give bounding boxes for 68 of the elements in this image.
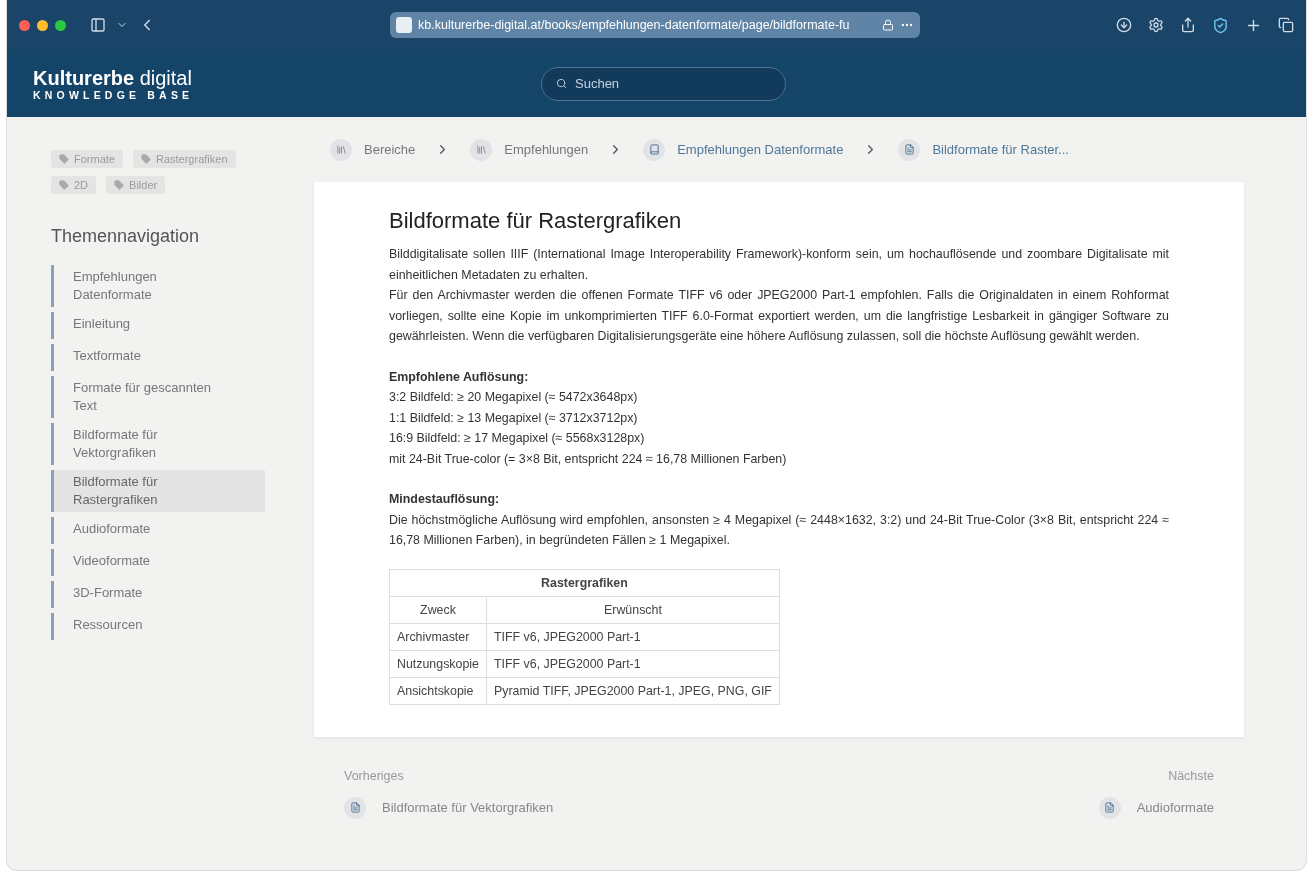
share-icon[interactable] [1180,17,1196,33]
table-cell: TIFF v6, JPEG2000 Part-1 [486,623,780,650]
next-label: Nächste [1168,768,1214,783]
section-heading: Mindestauflösung: [389,491,501,508]
lock-icon [882,19,894,31]
table-cell: Nutzungskopie [389,650,487,677]
tag-icon [114,180,125,190]
table-cell: TIFF v6, JPEG2000 Part-1 [486,650,780,677]
nav-item[interactable]: Einleitung [51,312,265,339]
nav-item[interactable]: Bildformate für Rastergrafiken [51,470,265,512]
previous-label: Vorheriges [344,768,404,783]
tag-chip[interactable]: 2D [51,176,97,194]
section-heading: Empfohlene Auflösung: [389,368,530,386]
zoom-light[interactable] [55,19,66,31]
breadcrumb-link[interactable]: Empfehlungen [470,138,589,161]
text-line: 16:9 Bildfeld: ≥ 17 Megapixel (≈ 5568x3128px) [389,430,646,447]
column-header: Zweck [389,596,487,623]
favicon-icon [396,17,412,33]
nav-item[interactable]: Ressourcen [51,613,265,640]
document-icon [349,802,361,813]
text-line: Die höchstmögliche Auflösung wird empfohlen, ansonsten ≥ 4 Megapixel (≈ 2448×1632, 3:2) und 24-Bit True-Color (3×8 Bit, entspricht 224 ≈ 16,78 Millionen Farben), in begründeten Fällen ≥ 1 Megapixel. [389,511,1169,549]
tabs-icon[interactable] [1278,17,1294,33]
next-link[interactable]: Audioformate [1098,796,1214,819]
tag-chip[interactable]: Rastergrafiken [132,150,236,168]
previous-link[interactable]: Bildformate für Vektorgrafiken [344,796,554,819]
nav-item[interactable]: Textformate [51,344,265,371]
column-header: Erwünscht [486,596,780,623]
settings-icon[interactable] [1148,17,1164,33]
search-icon [556,78,567,89]
tag-icon [140,154,151,164]
minimize-light[interactable] [37,19,48,31]
text-line: mit 24-Bit True-color (= 3×8 Bit, entspricht 224 ≈ 16,78 Millionen Farben) [389,450,788,468]
breadcrumb-link[interactable]: Empfehlungen Datenformate [643,138,844,161]
address-bar[interactable]: kb.kulturerbe-digital.at/books/empfehlungen-datenformate/page/bildformate-fu [390,12,920,38]
nav-item[interactable]: Empfehlungen Datenformate [51,265,265,307]
nav-item[interactable]: Audioformate [51,517,265,544]
site-logo[interactable]: Kulturerbe digital [33,66,541,89]
close-light[interactable] [19,19,30,31]
breadcrumb-link[interactable]: Bildformate für Raster... [898,138,1069,161]
text-line: 1:1 Bildfeld: ≥ 13 Megapixel (≈ 3712x3712px) [389,409,639,427]
tag-icon [59,180,69,190]
download-icon[interactable] [1116,17,1132,33]
paragraph: Für den Archivmaster werden die offenen Formate TIFF v6 oder JPEG2000 Part-1 empfohlen. Falls die Originaldaten in einem Rohformat vorliegen, sollte eine Kopie im unkomprimierten TIFF 6.0-Format exportiert werden, um die langfristige Lesbarkeit in gängiger Software zu gewährleisten. Wenn die verfügbaren Digitalisierungsgeräte eine höhere Auflösung zulassen, soll die höchste Auflösung gewählt werden. [389,287,1169,345]
document-icon [1104,802,1116,813]
document-icon [903,144,915,155]
shield-check-icon[interactable] [1212,16,1229,34]
books-icon [475,144,487,155]
breadcrumb-link[interactable]: Bereiche [330,138,416,161]
books-icon [335,144,347,155]
table-cell: Ansichtskopie [389,677,487,704]
article-title: Bildformate für Rastergrafiken [389,208,683,234]
paragraph: Bilddigitalisate sollen IIIF (International Image Interoperability Framework)-konform sein, um hochauflösende und zoombare Digitalisate mit einheitlichen Metadaten zu erhalten. [389,246,1169,284]
sidebar-icon[interactable] [90,17,106,33]
text-line: 3:2 Bildfeld: ≥ 20 Megapixel (≈ 5472x3648px) [389,389,639,406]
table-cell: Pyramid TIFF, JPEG2000 Part-1, JPEG, PNG, GIF [486,677,780,704]
nav-item[interactable]: Videoformate [51,549,265,576]
book-icon [648,144,660,155]
navigation-title: Themennavigation [51,226,201,247]
nav-item[interactable]: Formate für gescannten Text [51,376,265,418]
tag-chip[interactable]: Formate [51,150,123,168]
nav-item[interactable]: Bildformate für Vektorgrafiken [51,423,265,465]
table-cell: Archivmaster [389,623,487,650]
nav-item[interactable]: 3D-Formate [51,581,265,608]
tag-icon [59,154,69,164]
search-field[interactable]: Suchen [541,66,786,101]
tag-chip[interactable]: Bilder [106,176,166,194]
table-caption: Rastergrafiken [389,569,780,596]
site-subtitle: KNOWLEDGE BASE [33,88,195,101]
